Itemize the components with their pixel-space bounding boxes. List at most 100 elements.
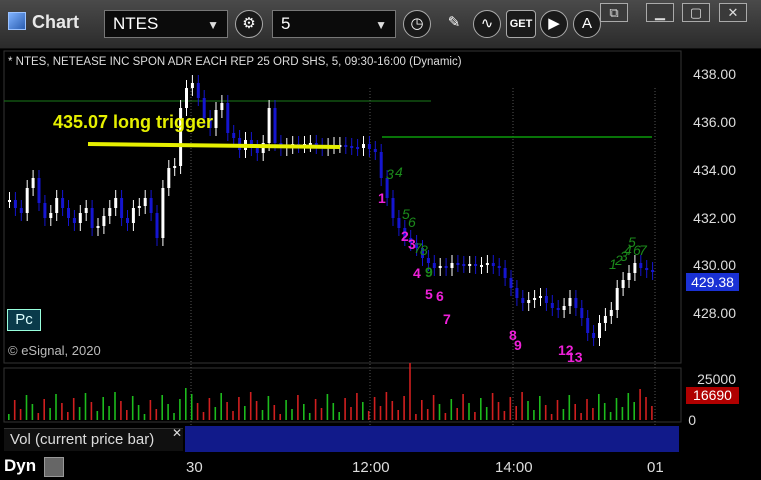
volume-bar xyxy=(556,400,559,420)
restore-icon[interactable]: ⧉ xyxy=(600,3,628,22)
volume-bar xyxy=(49,408,51,420)
clock-icon[interactable]: ◷ xyxy=(403,10,431,38)
window-title-text: Chart xyxy=(32,12,80,32)
symbol-input[interactable]: NTES ▼ xyxy=(104,10,228,38)
volume-bar xyxy=(362,402,364,420)
volume-bars xyxy=(8,363,653,420)
volume-bar xyxy=(202,412,205,420)
get-icon[interactable]: GET xyxy=(506,10,536,38)
volume-bar xyxy=(444,413,447,420)
count-label: 4 xyxy=(413,265,421,281)
candle-body xyxy=(556,308,560,310)
volume-bar xyxy=(84,393,87,420)
volume-bar xyxy=(31,404,34,420)
volume-bar xyxy=(462,394,464,420)
lock-icon[interactable] xyxy=(44,457,64,477)
volume-bar xyxy=(450,399,453,420)
volume-bar xyxy=(385,392,388,420)
play-icon[interactable]: ▶ xyxy=(540,10,568,38)
candle-body xyxy=(533,298,537,300)
volume-bar xyxy=(255,401,258,420)
volume-bar xyxy=(326,394,329,420)
volume-bar xyxy=(503,411,506,420)
volume-bar xyxy=(497,402,500,420)
volume-bar xyxy=(220,393,222,420)
minimize-icon[interactable]: ▁ xyxy=(646,3,674,22)
indicator-icon[interactable]: ∿ xyxy=(473,10,501,38)
close-panel-icon[interactable]: ✕ xyxy=(172,426,182,440)
candle-body xyxy=(61,198,65,208)
volume-bar xyxy=(291,409,293,420)
volume-bar xyxy=(633,402,635,420)
candle-body xyxy=(25,188,29,213)
candle-body xyxy=(562,306,566,310)
maximize-icon[interactable]: ▢ xyxy=(682,3,710,22)
time-tick: 01 xyxy=(647,459,664,476)
alert-icon[interactable]: A xyxy=(573,10,601,38)
volume-bar xyxy=(167,404,169,420)
volume-bar xyxy=(539,396,541,420)
volume-bar xyxy=(544,405,547,420)
volume-bar xyxy=(562,409,565,420)
candle-body xyxy=(450,263,454,268)
volume-bar xyxy=(609,412,612,420)
volume-bar xyxy=(586,399,588,420)
candle-body xyxy=(539,296,542,298)
volume-bar xyxy=(391,401,394,420)
volume-panel-label[interactable]: Vol (current price bar) xyxy=(4,428,183,451)
settings-gear-icon[interactable]: ⚙ xyxy=(235,10,263,38)
close-icon[interactable]: ✕ xyxy=(719,3,747,22)
volume-bar xyxy=(415,414,417,420)
chart-area[interactable]: * NTES, NETEASE INC SPON ADR EACH REP 25… xyxy=(0,48,761,480)
volume-bar xyxy=(155,409,158,420)
candle-body xyxy=(31,178,35,188)
volume-bar xyxy=(350,407,352,420)
volume-bar xyxy=(244,406,246,420)
candle-body xyxy=(568,298,572,306)
pc-button[interactable]: Pc xyxy=(7,309,41,331)
candle-body xyxy=(114,198,118,208)
candle-body xyxy=(232,133,236,138)
interval-input[interactable]: 5 ▼ xyxy=(272,10,396,38)
candle-body xyxy=(627,273,631,280)
dyn-label[interactable]: Dyn xyxy=(4,456,36,476)
chart-app-icon xyxy=(8,12,26,30)
volume-bar xyxy=(627,393,630,420)
symbol-dropdown-arrow-icon[interactable]: ▼ xyxy=(207,18,219,32)
volume-bar xyxy=(78,407,81,420)
volume-bar xyxy=(90,402,93,420)
volume-bar xyxy=(509,397,512,420)
volume-bar xyxy=(468,403,470,420)
candle-body xyxy=(521,298,525,303)
panel-strip xyxy=(185,426,679,452)
volume-bar xyxy=(432,395,435,420)
candle-body xyxy=(190,83,194,88)
candle-body xyxy=(544,296,548,303)
pencil-icon[interactable]: ✎ xyxy=(440,10,468,38)
candle-body xyxy=(143,198,147,206)
candle-body xyxy=(90,208,94,228)
candle-body xyxy=(651,270,655,272)
volume-bar xyxy=(196,403,199,420)
count-label: 3 xyxy=(386,166,394,182)
candle-body xyxy=(120,198,124,218)
candle-body xyxy=(633,263,637,273)
candle-body xyxy=(350,146,354,148)
time-tick: 12:00 xyxy=(352,459,390,476)
count-label: 9 xyxy=(514,337,522,353)
volume-bar xyxy=(25,395,28,420)
candle-body xyxy=(137,206,141,208)
volume-bar xyxy=(598,394,600,420)
volume-bar xyxy=(639,389,641,420)
count-label: 6 xyxy=(408,214,416,230)
price-tick: 430.00 xyxy=(693,257,736,273)
volume-bar xyxy=(580,413,582,420)
candle-body xyxy=(108,208,112,216)
candle-body xyxy=(444,266,448,268)
candle-body xyxy=(391,198,395,218)
volume-bar xyxy=(320,408,323,420)
volume-bar xyxy=(267,396,270,420)
candle-body xyxy=(161,188,165,238)
candle-body xyxy=(367,144,371,149)
interval-dropdown-arrow-icon[interactable]: ▼ xyxy=(375,18,387,32)
